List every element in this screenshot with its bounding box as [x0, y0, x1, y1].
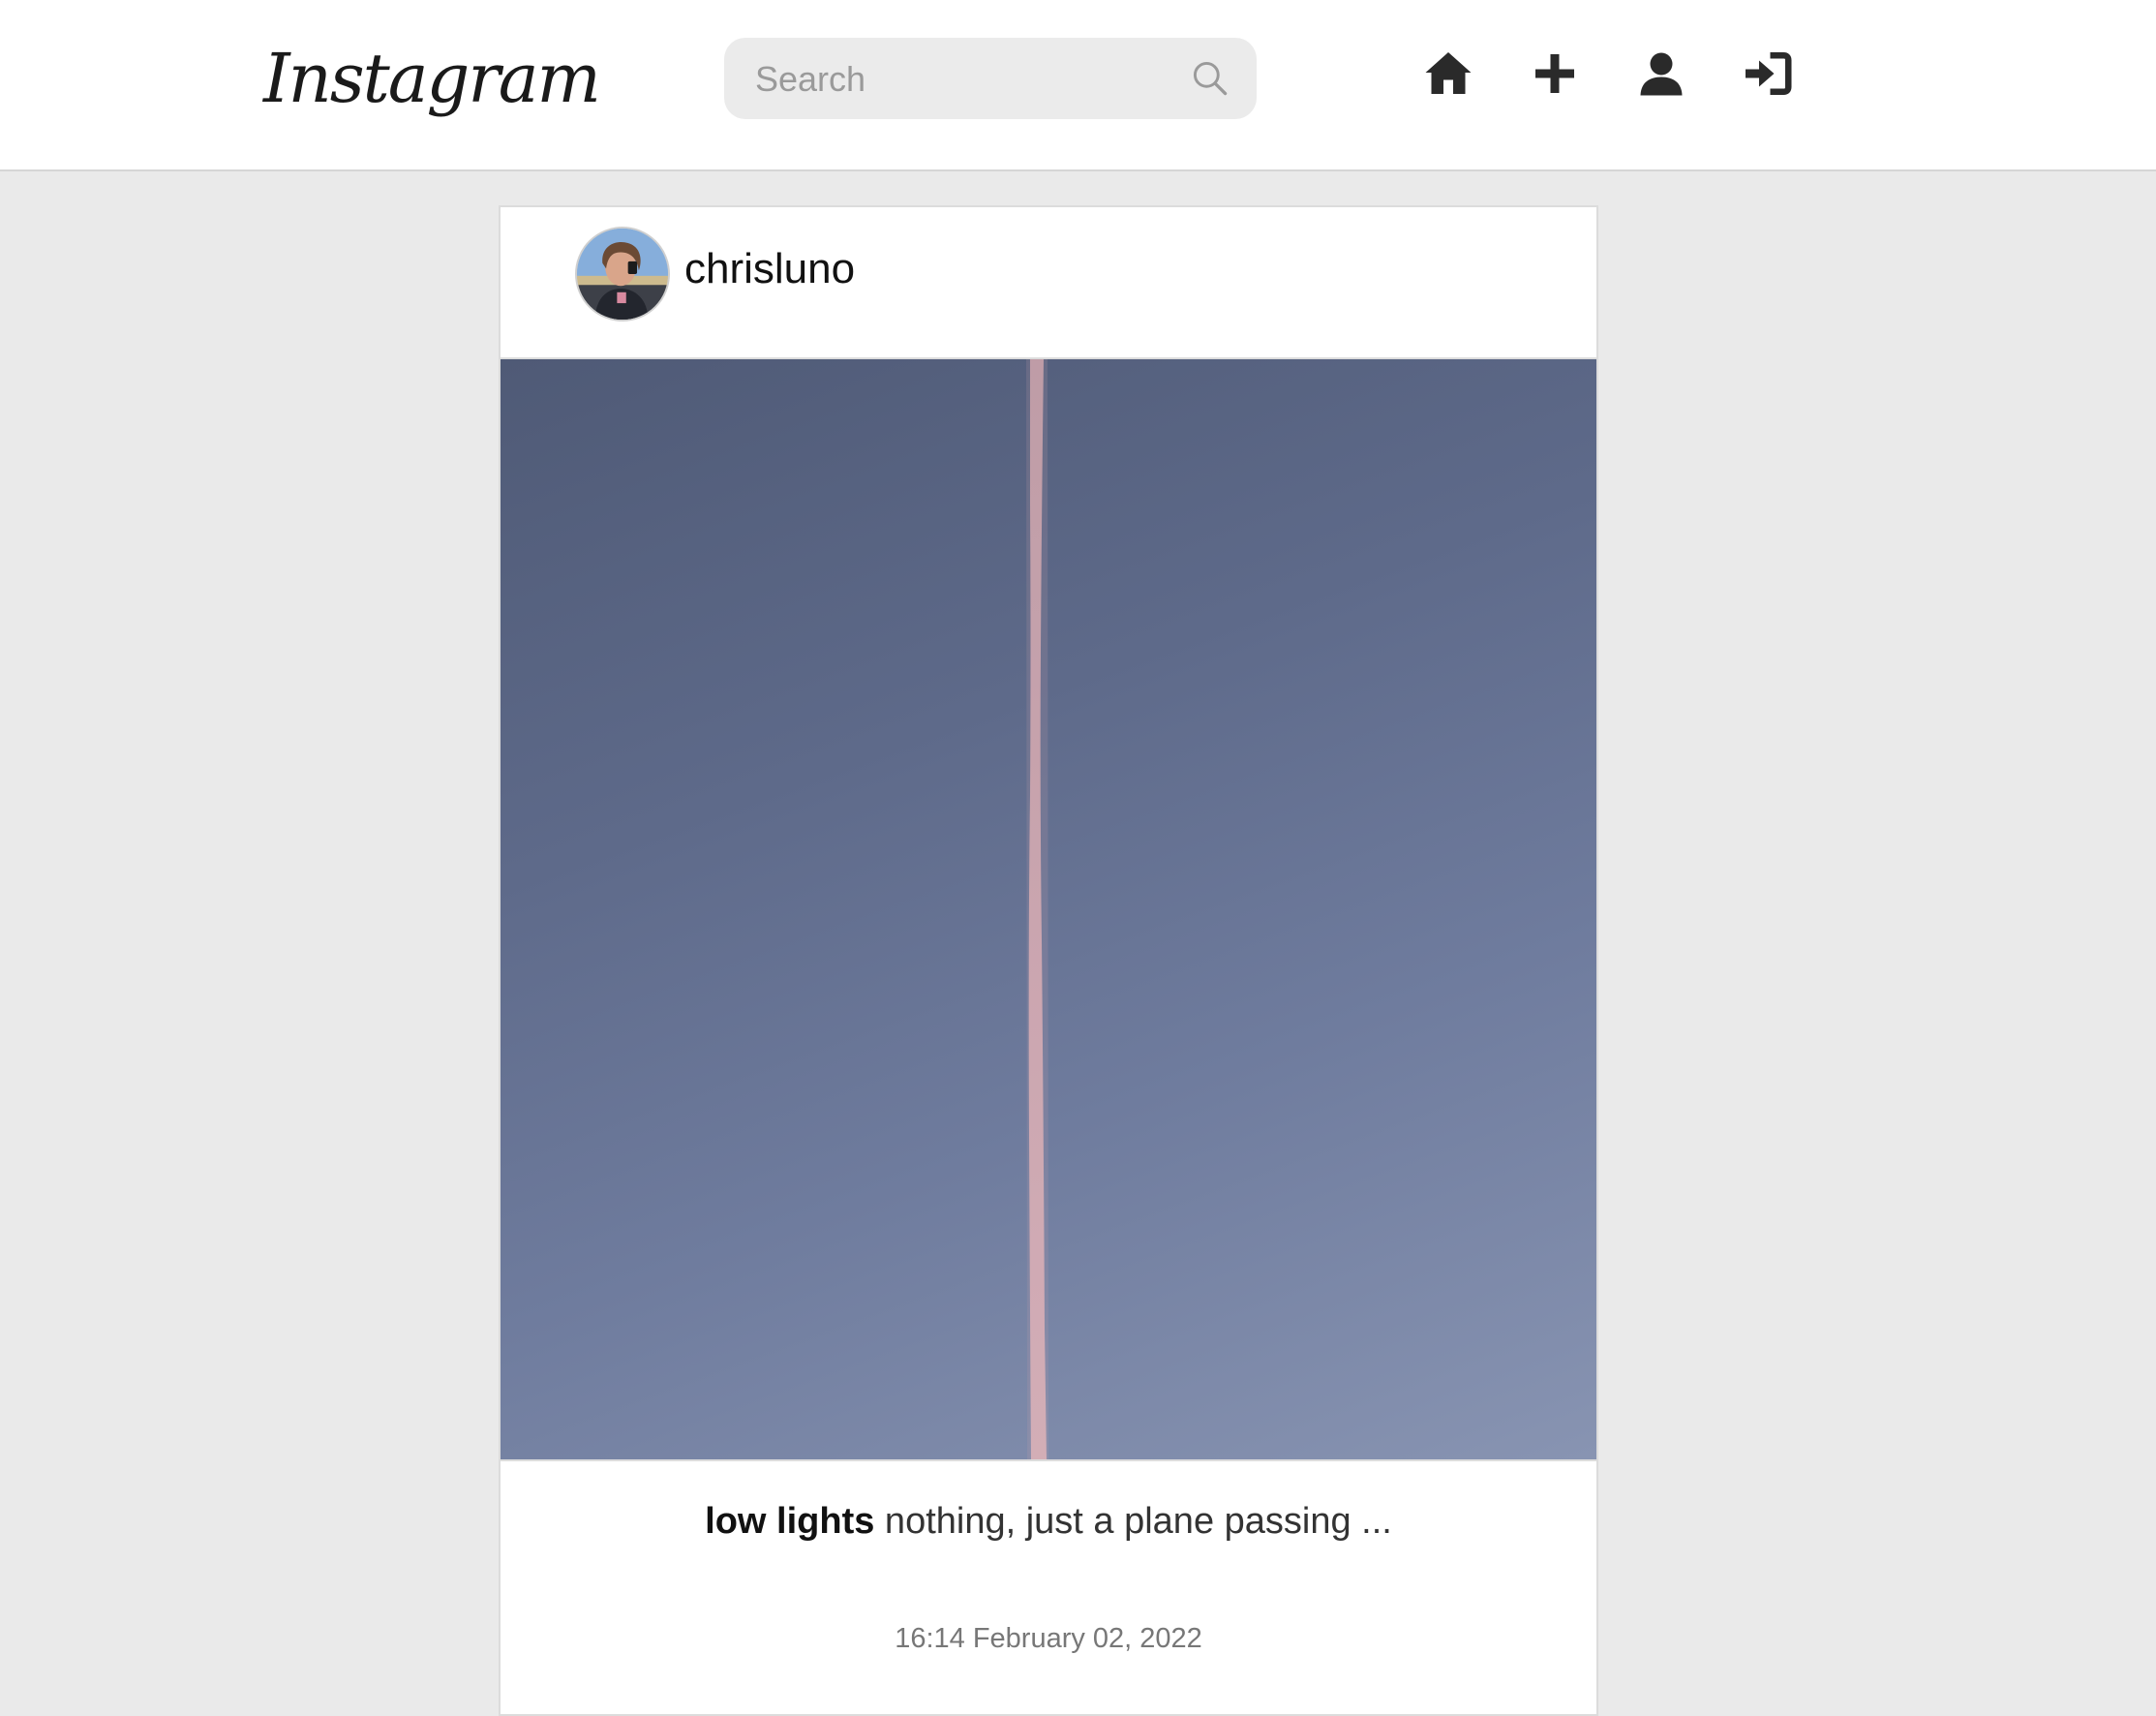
- sign-in-icon[interactable]: [1739, 45, 1797, 103]
- caption-title: low lights: [705, 1501, 875, 1542]
- plus-icon[interactable]: [1526, 45, 1584, 103]
- post-image[interactable]: [501, 359, 1596, 1461]
- user-icon[interactable]: [1632, 45, 1690, 103]
- search-input[interactable]: [753, 38, 1164, 121]
- instagram-logo[interactable]: Instagram: [263, 25, 601, 132]
- post-username[interactable]: chrisluno: [684, 240, 855, 298]
- post-header: chrisluno: [501, 207, 1596, 359]
- home-icon[interactable]: [1419, 45, 1477, 103]
- avatar[interactable]: [575, 227, 670, 322]
- post-timestamp: 16:14 February 02, 2022: [895, 1623, 1202, 1654]
- top-navigation-bar: Instagram: [0, 0, 2156, 171]
- search-icon[interactable]: [1189, 57, 1231, 100]
- caption-text: nothing, just a plane passing ...: [874, 1501, 1392, 1542]
- post-caption: low lights nothing, just a plane passing…: [501, 1495, 1596, 1547]
- search-box[interactable]: [724, 38, 1257, 121]
- post-card: chrisluno low lights nothing, just a pla…: [499, 205, 1598, 1716]
